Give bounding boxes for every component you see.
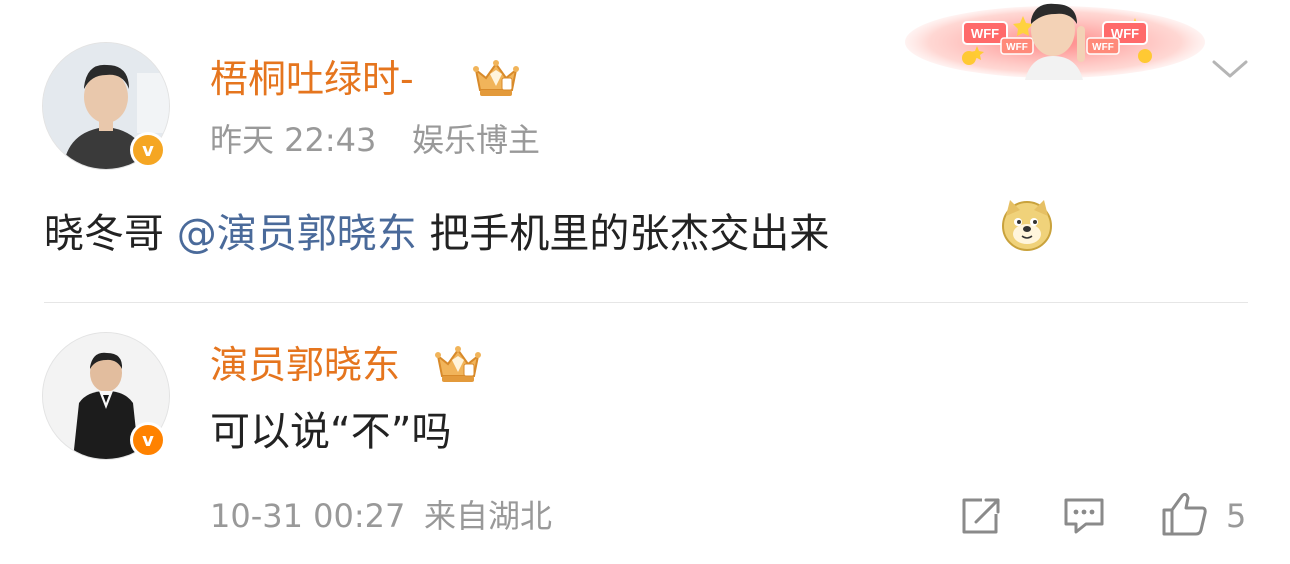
verified-v-icon: v bbox=[142, 139, 154, 161]
crown-badge-icon bbox=[473, 60, 519, 96]
banner-badge-right-small: WFF bbox=[1092, 42, 1114, 53]
thumbs-up-icon bbox=[1162, 492, 1207, 536]
crown-badge-icon bbox=[435, 346, 481, 382]
like-button[interactable]: 5 bbox=[1160, 490, 1250, 540]
fan-banner: WFF WFF WFF WFF bbox=[905, 3, 1205, 80]
verified-badge: v bbox=[130, 132, 166, 168]
post-content: 晓冬哥 @演员郭晓东 把手机里的张杰交出来 bbox=[44, 214, 829, 254]
divider bbox=[44, 302, 1248, 303]
reply-content: 可以说“不”吗 bbox=[210, 409, 452, 455]
share-icon[interactable] bbox=[960, 496, 1004, 536]
chevron-down-icon[interactable] bbox=[1210, 58, 1250, 82]
post-author-role: 娱乐博主 bbox=[412, 121, 541, 159]
reply-time: 10-31 00:27 bbox=[210, 497, 406, 535]
post-time: 昨天 22:43 bbox=[210, 121, 377, 159]
verified-v-icon: v bbox=[142, 429, 154, 451]
reply-author-name[interactable]: 演员郭晓东 bbox=[210, 346, 400, 384]
post-author-name[interactable]: 梧桐吐绿时- bbox=[210, 60, 414, 98]
post-text-after: 把手机里的张杰交出来 bbox=[416, 211, 830, 257]
post-text-before: 晓冬哥 bbox=[44, 211, 177, 257]
comment-icon[interactable] bbox=[1062, 496, 1106, 536]
banner-badge-left: WFF bbox=[971, 26, 999, 41]
mention-link[interactable]: @演员郭晓东 bbox=[177, 211, 417, 257]
verified-badge: v bbox=[130, 422, 166, 458]
reply-location: 来自湖北 bbox=[424, 497, 553, 535]
like-count: 5 bbox=[1226, 497, 1247, 535]
doge-icon bbox=[1002, 200, 1052, 251]
banner-badge-left-small: WFF bbox=[1006, 42, 1028, 53]
